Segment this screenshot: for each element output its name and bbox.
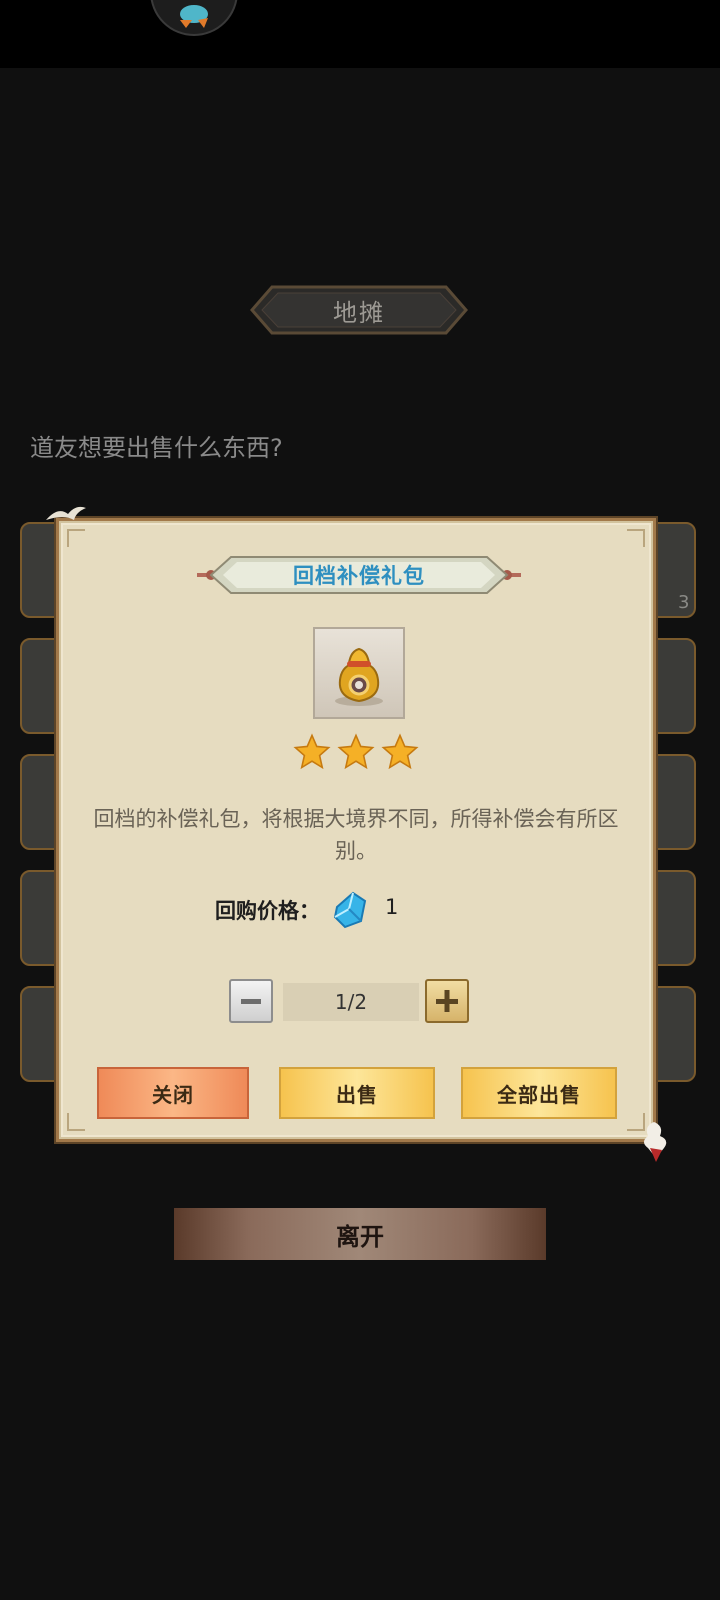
frame-corner [67,1113,85,1131]
gold-money-bag-icon [335,647,383,706]
sell-button[interactable]: 出售 [279,1067,435,1119]
frame-corner [627,529,645,547]
close-button[interactable]: 关闭 [97,1067,249,1119]
plus-icon [436,990,458,1012]
star-icon [337,733,375,770]
player-avatar[interactable] [150,0,238,36]
decrease-quantity-button[interactable] [229,979,273,1023]
item-sell-dialog: 回档补偿礼包 回档的补偿礼包，将根据大境界不同，所得补偿会有所区别。 回购价格：… [56,518,656,1142]
frame-corner [67,529,85,547]
top-status-strip [0,0,720,68]
buyback-price-value: 1 [385,895,399,919]
crane-decoration-icon [46,506,86,520]
buyback-price-label: 回购价格： [215,899,320,923]
item-description: 回档的补偿礼包，将根据大境界不同，所得补偿会有所区别。 [93,807,619,863]
leave-button[interactable]: 离开 [174,1208,546,1260]
item-name: 回档补偿礼包 [293,564,425,588]
item-icon-frame [313,627,405,719]
quantity-field[interactable]: 1/2 [283,983,419,1021]
sell-all-button[interactable]: 全部出售 [461,1067,617,1119]
minus-icon [241,999,261,1004]
blue-crystal-icon [333,891,367,929]
fairy-decoration-icon [644,1122,667,1162]
stall-title-banner: 地摊 [250,285,468,335]
page-title: 地摊 [333,298,385,327]
slot-item-count: 3 [678,592,690,613]
star-icon [293,733,331,770]
sell-prompt-text: 道友想要出售什么东西? [30,434,283,462]
item-name-banner: 回档补偿礼包 [197,555,521,595]
star-rating [59,733,653,771]
star-icon [381,733,419,770]
increase-quantity-button[interactable] [425,979,469,1023]
